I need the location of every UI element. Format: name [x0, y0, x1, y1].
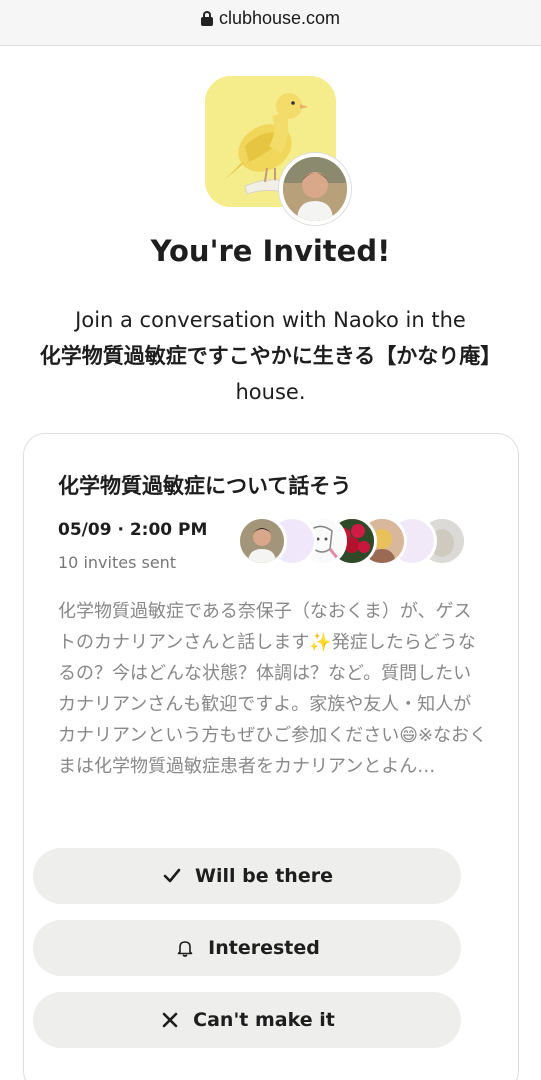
- cant-make-it-label: Can't make it: [193, 1009, 335, 1031]
- host-avatar[interactable]: [279, 153, 351, 225]
- url-display[interactable]: clubhouse.com: [200, 8, 341, 29]
- invite-line: Join a conversation with Naoko in the: [75, 308, 466, 332]
- house-name[interactable]: 化学物質過敏症ですこやかに生きる【かなり庵】: [40, 344, 502, 368]
- browser-url-bar[interactable]: clubhouse.com: [0, 0, 541, 46]
- invite-message: Join a conversation with Naoko in the 化学…: [30, 302, 511, 410]
- invites-sent: 10 invites sent: [58, 553, 177, 572]
- will-be-there-label: Will be there: [195, 865, 333, 887]
- page-title: You're Invited!: [150, 234, 391, 268]
- event-description: 化学物質過敏症である奈保子（なおくま）が、ゲストのカナリアンさんと話します✨発症…: [58, 601, 488, 777]
- event-card: 化学物質過敏症について話そう 05/09 · 2:00 PM 10 invite…: [23, 433, 519, 1080]
- x-icon: [159, 1009, 181, 1031]
- lock-icon: [200, 11, 213, 26]
- url-text: clubhouse.com: [218, 8, 341, 28]
- attendee-avatars[interactable]: [217, 516, 467, 568]
- will-be-there-button[interactable]: Will be there: [33, 848, 461, 904]
- cant-make-it-button[interactable]: Can't make it: [33, 992, 461, 1048]
- event-date: 05/09 · 2:00 PM: [58, 520, 208, 540]
- attendee-avatar: [237, 516, 287, 566]
- bell-icon: [174, 937, 196, 959]
- house-suffix: house.: [235, 380, 306, 404]
- check-icon: [161, 865, 183, 887]
- host-avatar-image: [283, 157, 347, 221]
- interested-button[interactable]: Interested: [33, 920, 461, 976]
- event-title: 化学物質過敏症について話そう: [58, 474, 352, 498]
- interested-label: Interested: [208, 937, 320, 959]
